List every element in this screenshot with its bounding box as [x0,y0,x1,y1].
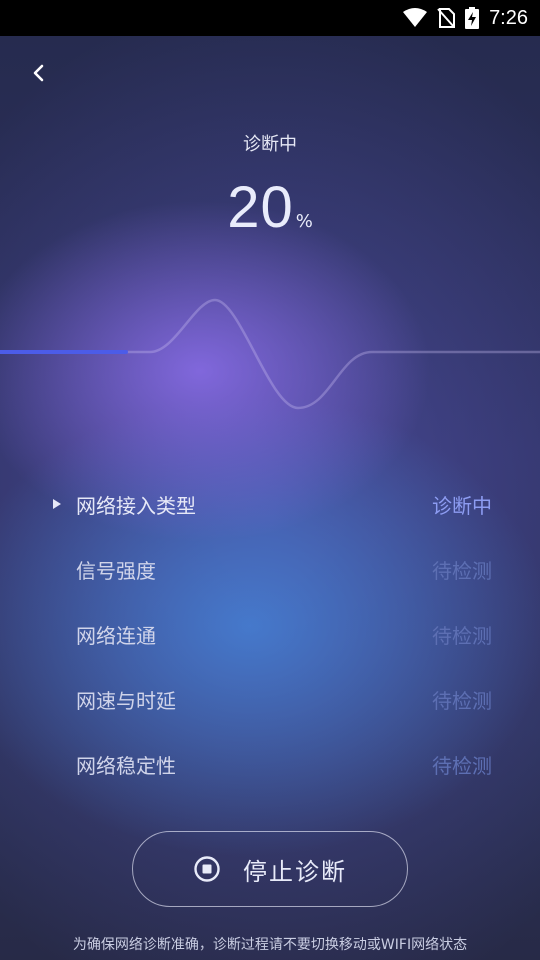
check-item-status: 诊断中 [432,494,492,518]
wifi-icon [403,8,428,27]
progress-percent: 20 [227,175,294,240]
progress-readout: 20% [0,174,540,241]
stop-circle-icon [194,856,220,882]
check-item-status: 待检测 [432,754,492,778]
chevron-left-icon [33,64,44,82]
diagnosis-status-title: 诊断中 [243,134,297,155]
check-item-label: 信号强度 [76,559,156,583]
stop-diagnosis-button[interactable]: 停止诊断 [132,831,408,907]
check-row: 网络接入类型 诊断中 [0,472,540,537]
check-item-label: 网络稳定性 [76,754,176,778]
status-bar: 7:26 [0,0,540,36]
status-time: 7:26 [489,6,528,29]
diagnosis-screen: 诊断中 20% 网络接入类型 诊断中 信号强度 待检测 网络连通 待检测 网速与… [0,36,540,960]
check-item-status: 待检测 [432,624,492,648]
battery-charging-icon [465,7,480,29]
check-item-status: 待检测 [432,559,492,583]
progress-unit: % [295,211,313,232]
back-button[interactable] [22,56,56,90]
stop-diagnosis-label: 停止诊断 [243,857,347,886]
play-triangle-icon [53,499,61,509]
check-item-status: 待检测 [432,689,492,713]
check-item-label: 网速与时延 [76,689,176,713]
check-list: 网络接入类型 诊断中 信号强度 待检测 网络连通 待检测 网速与时延 待检测 网… [0,472,540,797]
check-row: 网络稳定性 待检测 [0,732,540,797]
check-row: 网络连通 待检测 [0,602,540,667]
no-sim-icon [437,8,456,28]
check-row: 网速与时延 待检测 [0,667,540,732]
check-row: 信号强度 待检测 [0,537,540,602]
footer-note: 为确保网络诊断准确，诊断过程请不要切换移动或WIFI网络状态 [72,937,468,953]
check-item-label: 网络接入类型 [76,494,196,518]
signal-wave [0,298,540,410]
check-item-label: 网络连通 [76,624,156,648]
